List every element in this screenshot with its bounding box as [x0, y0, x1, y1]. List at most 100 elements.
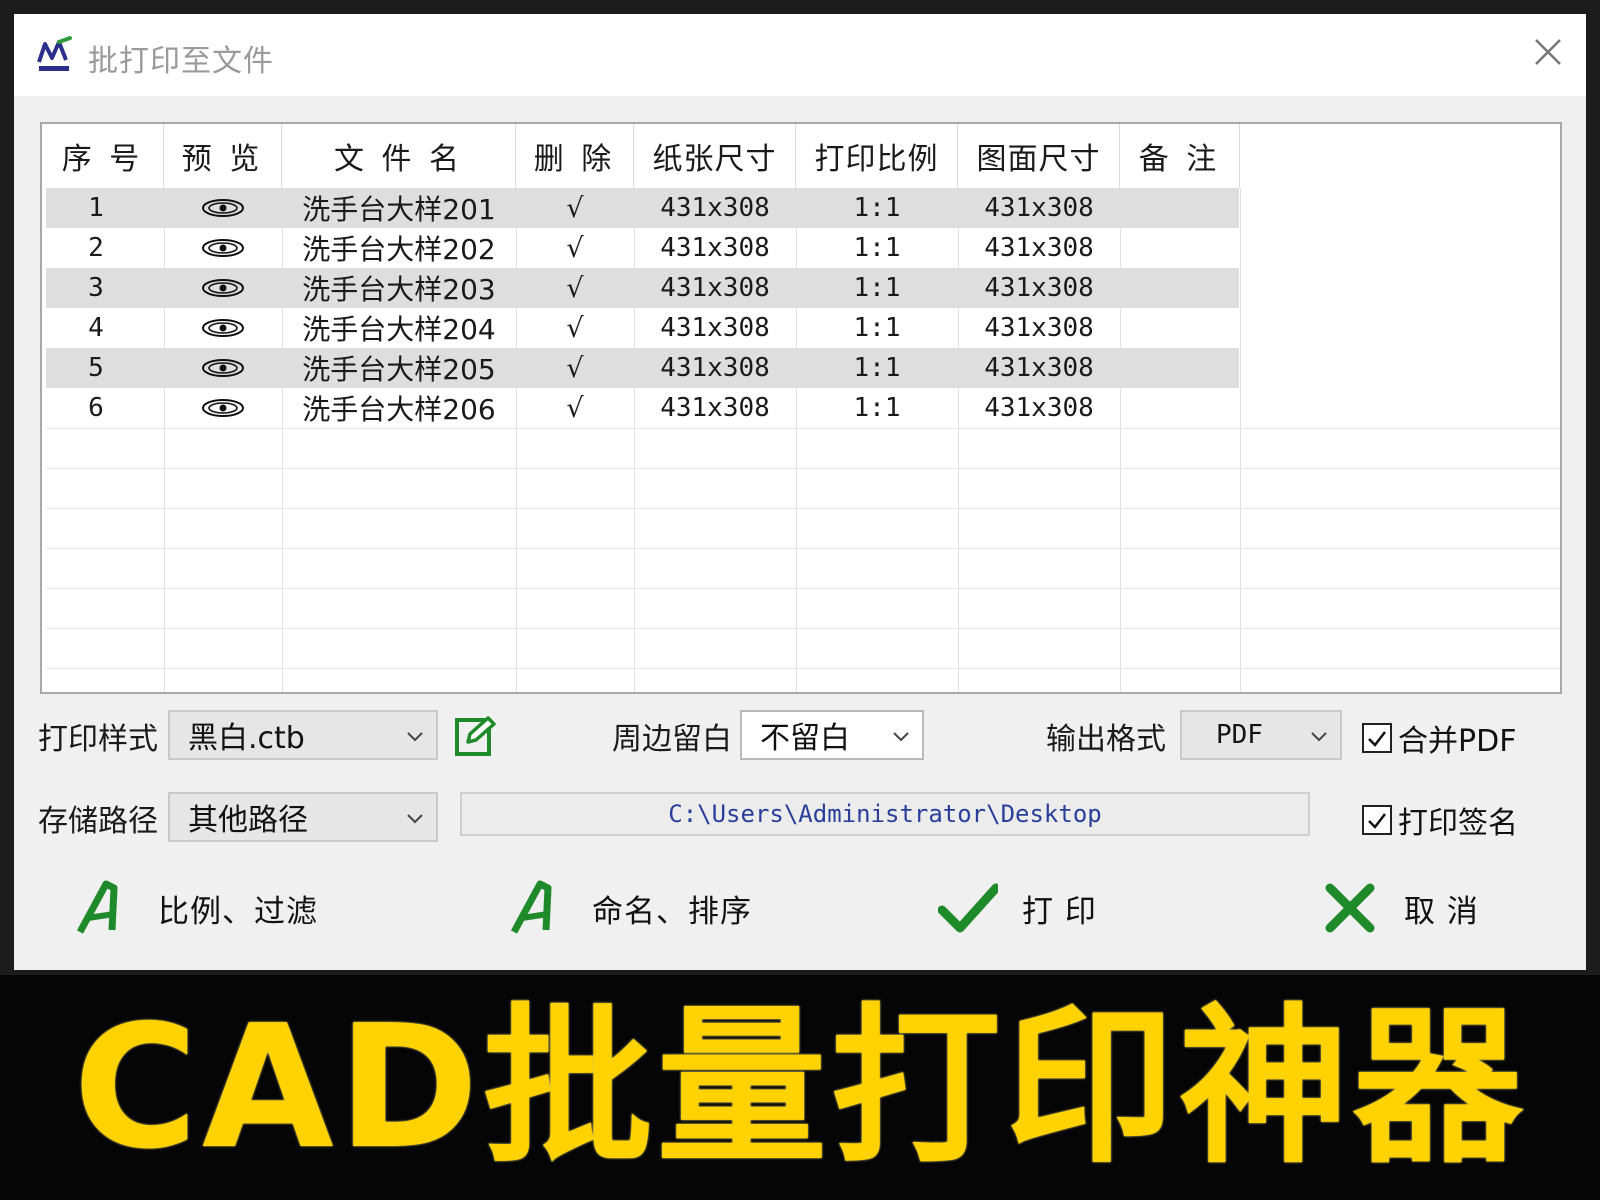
print-button[interactable]: 打 印 [938, 876, 1097, 940]
paper-size: 431x308 [660, 273, 770, 303]
table-row[interactable]: 5 洗手台大样205 √ 431x308 1:1 431x308 [46, 348, 1560, 388]
drawing-size: 431x308 [984, 313, 1094, 343]
print-scale: 1:1 [853, 273, 901, 303]
green-a-icon [510, 880, 552, 934]
preview-eye-icon[interactable] [164, 388, 282, 428]
table-row[interactable]: 2 洗手台大样202 √ 431x308 1:1 431x308 [46, 228, 1560, 268]
print-style-label: 打印样式 [38, 722, 158, 757]
table-row[interactable]: 4 洗手台大样204 √ 431x308 1:1 431x308 [46, 308, 1560, 348]
window-title: 批打印至文件 [88, 44, 274, 79]
paper-size: 431x308 [660, 233, 770, 263]
checkbox-box[interactable] [1362, 723, 1392, 753]
drawing-size: 431x308 [984, 193, 1094, 223]
print-scale: 1:1 [853, 353, 901, 383]
close-icon[interactable] [1528, 32, 1568, 72]
preview-eye-icon[interactable] [164, 188, 282, 228]
row-divider [46, 588, 1560, 589]
preview-eye-icon[interactable] [164, 308, 282, 348]
name-sort-button[interactable]: 命名、排序 [508, 876, 752, 940]
file-name: 洗手台大样201 [302, 193, 496, 226]
preview-eye-icon[interactable] [164, 268, 282, 308]
note[interactable] [1120, 348, 1240, 388]
row-divider [46, 428, 1560, 429]
save-path-value: 其他路径 [188, 803, 308, 838]
table-header: 序 号 预 览 文 件 名 删 除 纸张尺寸 打印比例 图面尺寸 备 注 [42, 124, 1560, 188]
row-divider [46, 548, 1560, 549]
scale-filter-button[interactable]: 比例、过滤 [74, 876, 318, 940]
file-name: 洗手台大样204 [302, 313, 496, 346]
edit-style-icon[interactable] [454, 714, 498, 758]
table-row[interactable]: 3 洗手台大样203 √ 431x308 1:1 431x308 [46, 268, 1560, 308]
print-label: 打 印 [1022, 893, 1097, 930]
note[interactable] [1120, 308, 1240, 348]
checkmark-icon [1368, 813, 1386, 829]
print-signature-label: 打印签名 [1398, 806, 1518, 841]
preview-eye-icon[interactable] [164, 228, 282, 268]
paper-size: 431x308 [660, 313, 770, 343]
row-index: 5 [88, 353, 104, 383]
table-row[interactable]: 6 洗手台大样206 √ 431x308 1:1 431x308 [46, 388, 1560, 428]
note[interactable] [1120, 188, 1240, 228]
output-format-select[interactable]: PDF [1180, 710, 1342, 760]
table-row[interactable]: 1 洗手台大样201 √ 431x308 1:1 431x308 [46, 188, 1560, 228]
promo-banner: CAD批量打印神器 [0, 975, 1600, 1200]
paper-size: 431x308 [660, 353, 770, 383]
print-scale: 1:1 [853, 193, 901, 223]
note[interactable] [1120, 268, 1240, 308]
print-signature-checkbox[interactable]: 打印签名 [1362, 798, 1518, 842]
drawing-size: 431x308 [984, 393, 1094, 423]
drawing-size: 431x308 [984, 353, 1094, 383]
file-name: 洗手台大样202 [302, 233, 496, 266]
column-header-print-scale: 打印比例 [796, 124, 958, 188]
merge-pdf-checkbox[interactable]: 合并PDF [1362, 716, 1516, 760]
print-scale: 1:1 [853, 233, 901, 263]
output-format-value: PDF [1216, 720, 1263, 750]
delete-check[interactable]: √ [516, 308, 634, 348]
row-index: 2 [88, 233, 104, 263]
green-a-icon [76, 880, 118, 934]
checkmark-icon [1368, 731, 1386, 747]
app-logo-icon [37, 36, 72, 71]
file-table: 序 号 预 览 文 件 名 删 除 纸张尺寸 打印比例 图面尺寸 备 注 1 洗… [40, 122, 1562, 694]
print-scale: 1:1 [853, 313, 901, 343]
column-header-paper-size: 纸张尺寸 [634, 124, 796, 188]
column-header-drawing-size: 图面尺寸 [958, 124, 1120, 188]
row-divider [46, 508, 1560, 509]
cancel-label: 取 消 [1404, 893, 1479, 930]
column-header-index: 序 号 [42, 124, 164, 188]
print-style-select[interactable]: 黑白.ctb [168, 710, 438, 760]
margin-select[interactable]: 不留白 [740, 710, 924, 760]
save-path-select[interactable]: 其他路径 [168, 792, 438, 842]
print-style-value: 黑白.ctb [188, 721, 305, 756]
paper-size: 431x308 [660, 193, 770, 223]
file-name: 洗手台大样206 [302, 393, 496, 426]
row-divider [46, 668, 1560, 669]
row-divider [46, 468, 1560, 469]
delete-check[interactable]: √ [516, 228, 634, 268]
delete-check[interactable]: √ [516, 188, 634, 228]
column-header-filename: 文 件 名 [282, 124, 516, 188]
delete-check[interactable]: √ [516, 268, 634, 308]
chevron-down-icon [1311, 732, 1327, 742]
cancel-button[interactable]: 取 消 [1320, 876, 1479, 940]
name-sort-label: 命名、排序 [592, 893, 752, 930]
print-scale: 1:1 [853, 393, 901, 423]
merge-pdf-label: 合并PDF [1398, 724, 1517, 759]
note[interactable] [1120, 388, 1240, 428]
drawing-size: 431x308 [984, 233, 1094, 263]
x-icon [1325, 883, 1375, 933]
preview-eye-icon[interactable] [164, 348, 282, 388]
margin-value: 不留白 [760, 721, 850, 756]
row-index: 1 [88, 193, 104, 223]
delete-check[interactable]: √ [516, 348, 634, 388]
column-header-preview: 预 览 [164, 124, 282, 188]
checkmark-icon [938, 883, 998, 933]
note[interactable] [1120, 228, 1240, 268]
output-path-field[interactable]: C:\Users\Administrator\Desktop [460, 792, 1310, 836]
delete-check[interactable]: √ [516, 388, 634, 428]
file-name: 洗手台大样205 [302, 353, 496, 386]
chevron-down-icon [407, 814, 423, 824]
row-index: 4 [88, 313, 104, 343]
checkbox-box[interactable] [1362, 805, 1392, 835]
save-path-label: 存储路径 [38, 804, 158, 839]
